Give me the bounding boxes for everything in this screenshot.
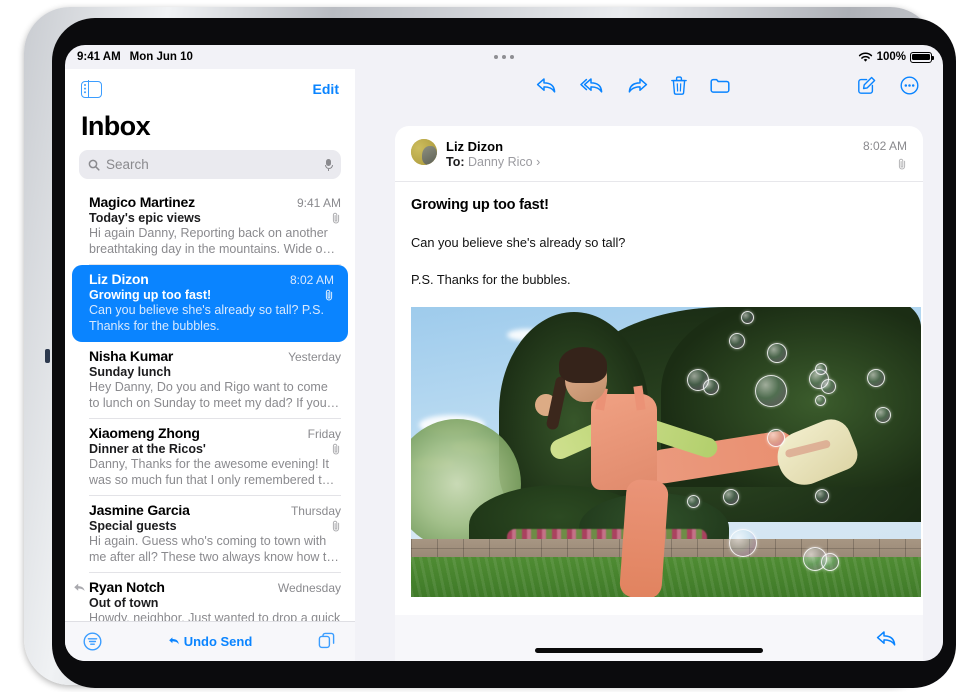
reply-icon[interactable]	[536, 77, 557, 94]
message-time: Thursday	[290, 504, 341, 518]
message-preview: Can you believe she's already so tall? P…	[89, 303, 324, 333]
message-sender: Nisha Kumar	[89, 348, 174, 364]
message-time: Wednesday	[277, 581, 341, 595]
message-preview: Danny, Thanks for the awesome evening! I…	[89, 457, 335, 487]
screenshot-root: 9:41 AM Mon Jun 10 100% Edit Inbox Searc…	[0, 0, 960, 692]
multitasking-dots-icon[interactable]	[494, 55, 514, 59]
paperclip-icon	[332, 520, 340, 532]
message-subject: Growing up too fast!	[89, 288, 212, 302]
sidebar-bottom-bar: Undo Send	[65, 621, 355, 661]
edit-button[interactable]: Edit	[313, 81, 339, 97]
ipad-device-frame: 9:41 AM Mon Jun 10 100% Edit Inbox Searc…	[24, 7, 956, 688]
paperclip-icon	[332, 443, 340, 455]
dot	[510, 55, 514, 59]
wifi-icon	[858, 52, 872, 62]
message-paragraph: P.S. Thanks for the bubbles.	[411, 272, 571, 287]
message-time: 9:41 AM	[296, 196, 341, 210]
battery-full-icon	[910, 51, 935, 63]
sidebar-top-bar: Edit	[65, 69, 355, 109]
mail-sidebar: Edit Inbox Search Magico Martinez 9:41 A…	[65, 69, 356, 661]
dot	[494, 55, 498, 59]
compose-icon[interactable]	[857, 76, 876, 95]
battery-percent-label: 100%	[876, 51, 906, 63]
message-sender: Xiaomeng Zhong	[89, 425, 200, 441]
detail-toolbar-right	[857, 76, 919, 95]
message-time: 8:02 AM	[862, 139, 907, 153]
list-item[interactable]: Xiaomeng Zhong Friday Dinner at the Rico…	[65, 419, 355, 496]
message-to[interactable]: To: Danny Rico ›	[446, 155, 863, 169]
message-time: 8:02 AM	[289, 273, 334, 287]
reply-all-icon[interactable]	[580, 77, 604, 94]
list-item[interactable]: Nisha Kumar Yesterday Sunday lunch Hey D…	[65, 342, 355, 419]
detail-toolbar	[355, 69, 943, 102]
trash-icon[interactable]	[671, 76, 687, 95]
ipad-screen: 9:41 AM Mon Jun 10 100% Edit Inbox Searc…	[65, 45, 943, 661]
status-bar-left: 9:41 AM Mon Jun 10	[77, 51, 193, 63]
paperclip-icon	[325, 289, 333, 301]
message-sender: Ryan Notch	[89, 579, 165, 595]
message-sender: Jasmine Garcia	[89, 502, 190, 518]
message-subject: Today's epic views	[89, 211, 201, 225]
folder-icon[interactable]	[710, 77, 730, 94]
message-preview: Hey Danny, Do you and Rigo want to come …	[89, 380, 340, 410]
message-preview: Hi again Danny, Reporting back on anothe…	[89, 226, 335, 256]
message-time: Friday	[307, 427, 341, 441]
detail-footer	[395, 615, 923, 661]
search-icon	[88, 159, 100, 171]
replied-arrow-icon	[74, 583, 85, 591]
undo-arrow-icon	[168, 637, 179, 645]
paperclip-icon	[332, 212, 340, 224]
message-time: Yesterday	[288, 350, 341, 364]
message-card: Liz Dizon To: Danny Rico › 8:02 AM Growi…	[395, 126, 923, 661]
message-header-meta: 8:02 AM	[863, 139, 907, 170]
more-circle-icon[interactable]	[900, 76, 919, 95]
dot	[502, 55, 506, 59]
message-from: Liz Dizon	[446, 139, 504, 154]
message-subject: Sunday lunch	[89, 365, 171, 379]
message-header[interactable]: Liz Dizon To: Danny Rico › 8:02 AM	[395, 126, 923, 182]
volume-button[interactable]	[45, 349, 50, 363]
status-time: 9:41 AM	[77, 51, 121, 63]
filter-icon[interactable]	[83, 632, 102, 651]
message-sender: Magico Martinez	[89, 194, 195, 210]
undo-send-label: Undo Send	[183, 634, 253, 649]
message-detail-pane: Liz Dizon To: Danny Rico › 8:02 AM Growi…	[355, 69, 943, 661]
microphone-icon[interactable]	[324, 158, 333, 171]
list-item[interactable]: Magico Martinez 9:41 AM Today's epic vie…	[65, 188, 355, 265]
home-indicator[interactable]	[535, 648, 763, 653]
message-subject: Out of town	[89, 596, 159, 610]
page-title: Inbox	[81, 111, 151, 141]
chevron-right-icon: ›	[536, 155, 541, 169]
list-item[interactable]: Jasmine Garcia Thursday Special guests H…	[65, 496, 355, 573]
reply-icon[interactable]	[876, 630, 897, 647]
status-bar: 9:41 AM Mon Jun 10 100%	[65, 45, 943, 69]
to-recipient: Danny Rico	[468, 155, 533, 169]
forward-icon[interactable]	[627, 77, 648, 94]
copy-windows-icon[interactable]	[318, 632, 337, 651]
to-label: To:	[446, 155, 465, 169]
message-subject: Special guests	[89, 519, 177, 533]
sidebar-toggle-icon[interactable]	[81, 79, 102, 99]
search-placeholder: Search	[106, 157, 149, 172]
message-subject: Dinner at the Ricos'	[89, 442, 206, 456]
list-item[interactable]: Liz Dizon 8:02 AM Growing up too fast! C…	[72, 265, 348, 342]
avatar	[411, 139, 437, 165]
status-bar-right: 100%	[858, 51, 935, 63]
message-sender: Liz Dizon	[89, 271, 149, 287]
search-input[interactable]: Search	[79, 150, 341, 179]
status-date: Mon Jun 10	[129, 51, 193, 63]
message-subject: Growing up too fast!	[411, 197, 549, 213]
message-photo-attachment[interactable]	[411, 307, 921, 597]
message-paragraph: Can you believe she's already so tall?	[411, 235, 626, 250]
undo-send-button[interactable]: Undo Send	[168, 634, 253, 649]
paperclip-icon	[898, 158, 906, 170]
message-header-names: Liz Dizon To: Danny Rico ›	[446, 139, 863, 169]
detail-toolbar-left	[536, 76, 730, 95]
message-preview: Hi again. Guess who's coming to town wit…	[89, 534, 339, 564]
message-list[interactable]: Magico Martinez 9:41 AM Today's epic vie…	[65, 188, 355, 650]
message-body: Growing up too fast! Can you believe she…	[395, 182, 923, 597]
